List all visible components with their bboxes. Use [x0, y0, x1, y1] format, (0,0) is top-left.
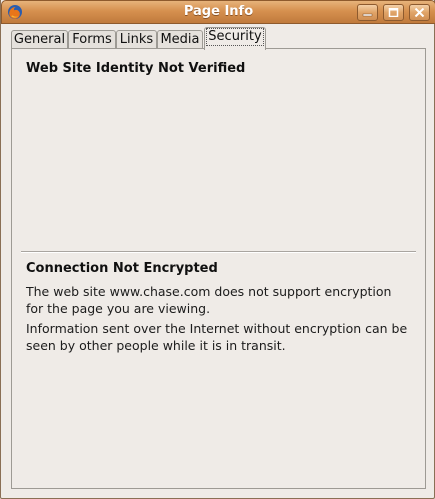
- minimize-icon: [362, 13, 373, 17]
- title-bar[interactable]: Page Info: [1, 0, 435, 24]
- encryption-heading: Connection Not Encrypted: [26, 261, 218, 276]
- page-info-window: Page Info General Forms Links Media Secu…: [0, 0, 435, 499]
- minimize-button[interactable]: [357, 4, 378, 21]
- tab-links[interactable]: Links: [116, 30, 157, 49]
- tab-label: Media: [160, 32, 200, 47]
- tab-forms[interactable]: Forms: [68, 30, 116, 49]
- encryption-description: The web site www.chase.com does not supp…: [26, 284, 392, 316]
- maximize-button[interactable]: [383, 4, 404, 21]
- tab-label: Links: [119, 32, 154, 47]
- maximize-icon: [388, 8, 399, 17]
- tab-label: Security: [206, 28, 264, 46]
- close-icon: [414, 8, 425, 17]
- tab-label: Forms: [72, 32, 112, 47]
- tab-label: General: [13, 32, 66, 47]
- tab-media[interactable]: Media: [157, 30, 203, 49]
- tab-general[interactable]: General: [11, 30, 68, 49]
- security-panel: Web Site Identity Not Verified Connectio…: [11, 48, 426, 489]
- identity-heading: Web Site Identity Not Verified: [26, 61, 246, 76]
- tab-security[interactable]: Security: [204, 27, 266, 50]
- close-button[interactable]: [409, 4, 430, 21]
- encryption-warning: Information sent over the Internet witho…: [26, 321, 408, 353]
- section-divider: [21, 251, 416, 253]
